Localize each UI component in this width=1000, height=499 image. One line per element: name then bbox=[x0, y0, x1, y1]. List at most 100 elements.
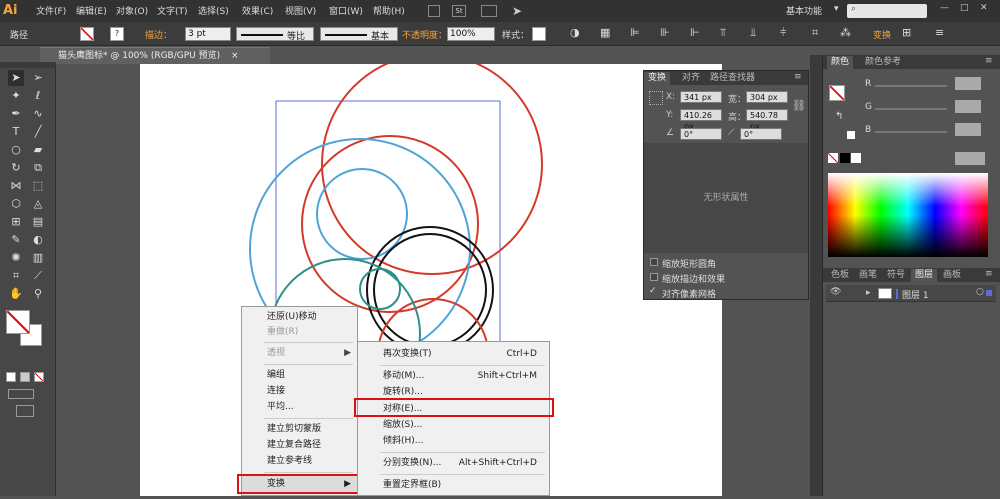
selection-tool-icon[interactable]: ➤ bbox=[8, 70, 24, 86]
tab-layers[interactable]: 图层 bbox=[911, 269, 938, 282]
blend-tool-icon[interactable]: ◐ bbox=[30, 232, 46, 248]
panel-menu-icon[interactable]: ≡ bbox=[794, 72, 802, 82]
arrange-docs-icon[interactable] bbox=[481, 5, 497, 17]
bridge-icon[interactable] bbox=[428, 5, 440, 17]
color-panel-menu-icon[interactable]: ≡ bbox=[985, 56, 993, 66]
x-field[interactable]: 341 px bbox=[680, 91, 722, 103]
menu-type[interactable]: 文字(T) bbox=[157, 4, 188, 17]
tab-transform[interactable]: 变换 bbox=[644, 72, 671, 85]
rotate-field[interactable]: 0° bbox=[680, 128, 722, 140]
stroke-swatch[interactable]: ? bbox=[110, 27, 124, 41]
ctx-compound-path[interactable]: 建立复合路径 bbox=[242, 437, 357, 453]
g-slider[interactable] bbox=[875, 108, 947, 110]
ctx-group[interactable]: 编组 bbox=[242, 367, 357, 383]
hex-field[interactable] bbox=[955, 152, 985, 165]
sub-scale[interactable]: 缩放(S)... bbox=[358, 417, 549, 433]
opacity-field[interactable]: 100% bbox=[447, 27, 495, 41]
ellipse-tool-icon[interactable]: ○ bbox=[8, 142, 24, 158]
recolor-icon[interactable]: ◑ bbox=[570, 26, 580, 39]
expand-arrow-icon[interactable]: ▸ bbox=[866, 288, 871, 298]
layer-name[interactable]: 图层 1 bbox=[902, 288, 929, 301]
black-swatch[interactable] bbox=[840, 153, 850, 163]
pen-tool-icon[interactable]: ✒ bbox=[8, 106, 24, 122]
blue-circle-small[interactable] bbox=[316, 168, 408, 260]
mesh-tool-icon[interactable]: ⊞ bbox=[8, 214, 24, 230]
close-icon[interactable]: ✕ bbox=[980, 3, 988, 13]
visibility-eye-icon[interactable]: 👁 bbox=[830, 287, 841, 297]
align-left-icon[interactable]: ⊫ bbox=[630, 26, 640, 39]
teal-circle-small[interactable] bbox=[359, 268, 401, 310]
sub-shear[interactable]: 倾斜(H)... bbox=[358, 433, 549, 449]
align-middle-icon[interactable]: ⫫ bbox=[750, 26, 756, 40]
variable-width-profile[interactable]: 等比 bbox=[236, 27, 314, 42]
stock-icon[interactable]: St bbox=[452, 5, 466, 17]
tab-color[interactable]: 颜色 bbox=[827, 56, 854, 69]
rotate-tool-icon[interactable]: ↻ bbox=[8, 160, 24, 176]
minimize-icon[interactable]: — bbox=[940, 3, 949, 13]
menu-select[interactable]: 选择(S) bbox=[198, 4, 229, 17]
menu-help[interactable]: 帮助(H) bbox=[373, 4, 405, 17]
magic-wand-icon[interactable]: ✦ bbox=[8, 88, 24, 104]
brush-definition[interactable]: 基本 bbox=[320, 27, 398, 42]
workspace-switcher[interactable]: 基本功能 bbox=[786, 4, 822, 17]
ctx-redo[interactable]: 重做(R) bbox=[242, 324, 357, 340]
curvature-icon[interactable]: ∿ bbox=[30, 106, 46, 122]
scale-corners-checkbox[interactable] bbox=[650, 258, 658, 266]
b-value-field[interactable] bbox=[955, 123, 981, 136]
link-proportions-icon[interactable]: ⛓ bbox=[792, 99, 806, 112]
panel-menu-icon[interactable]: ≡ bbox=[935, 26, 944, 39]
menu-object[interactable]: 对象(O) bbox=[116, 4, 148, 17]
width-field[interactable]: 304 px bbox=[746, 91, 788, 103]
line-tool-icon[interactable]: ╱ bbox=[30, 124, 46, 140]
gradient-tool-icon[interactable]: ▤ bbox=[30, 214, 46, 230]
align-icon[interactable]: ▦ bbox=[600, 26, 610, 39]
lasso-icon[interactable]: ℓ bbox=[30, 88, 46, 104]
gradient-mode-icon[interactable] bbox=[20, 372, 30, 382]
align-pixel-checkbox[interactable]: ✓ bbox=[649, 286, 657, 296]
ctx-perspective[interactable]: 透视 ▶ bbox=[242, 345, 357, 361]
layer-row[interactable]: 👁 ▸ 图层 1 ○ bbox=[826, 285, 996, 302]
screen-mode-icon[interactable] bbox=[16, 405, 34, 417]
ctx-make-guides[interactable]: 建立参考线 bbox=[242, 453, 357, 469]
r-value-field[interactable] bbox=[955, 77, 981, 90]
scale-strokes-checkbox[interactable] bbox=[650, 273, 658, 281]
slice-tool-icon[interactable]: ⟋ bbox=[30, 268, 46, 284]
ctx-clipping-mask[interactable]: 建立剪切蒙版 bbox=[242, 421, 357, 437]
fill-color-box[interactable] bbox=[6, 310, 30, 334]
stroke-proxy[interactable] bbox=[847, 131, 855, 139]
menu-view[interactable]: 视图(V) bbox=[285, 4, 316, 17]
graph-tool-icon[interactable]: ▥ bbox=[30, 250, 46, 266]
free-transform-icon[interactable]: ⬚ bbox=[30, 178, 46, 194]
tab-swatches[interactable]: 色板 bbox=[827, 269, 853, 282]
red-circle-middle[interactable] bbox=[301, 135, 479, 313]
color-spectrum[interactable] bbox=[828, 173, 988, 257]
sub-reset-bounding-box[interactable]: 重置定界框(B) bbox=[358, 477, 549, 493]
width-tool-icon[interactable]: ⋈ bbox=[8, 178, 24, 194]
b-slider[interactable] bbox=[875, 131, 947, 133]
opacity-label[interactable]: 不透明度： bbox=[402, 28, 447, 41]
type-tool-icon[interactable]: T bbox=[8, 124, 24, 140]
swap-colors-icon[interactable]: ↰ bbox=[835, 111, 843, 122]
menu-window[interactable]: 窗口(W) bbox=[329, 4, 363, 17]
eyedropper-icon[interactable]: ✎ bbox=[8, 232, 24, 248]
none-mode-icon[interactable] bbox=[34, 372, 44, 382]
none-swatch[interactable] bbox=[828, 153, 838, 163]
stroke-weight-field[interactable]: 3 pt bbox=[185, 27, 231, 41]
graphic-style-swatch[interactable] bbox=[532, 27, 546, 41]
white-swatch[interactable] bbox=[851, 153, 861, 163]
align-top-icon[interactable]: ⫪ bbox=[720, 26, 726, 40]
layers-panel-menu-icon[interactable]: ≡ bbox=[985, 269, 993, 279]
menu-edit[interactable]: 编辑(E) bbox=[76, 4, 107, 17]
sub-transform-each[interactable]: 分别变换(N)... Alt+Shift+Ctrl+D bbox=[358, 455, 549, 471]
tab-pathfinder[interactable]: 路径查找器 bbox=[706, 72, 759, 85]
send-icon[interactable]: ➤ bbox=[512, 4, 522, 18]
tab-color-guide[interactable]: 颜色参考 bbox=[861, 56, 905, 69]
r-slider[interactable] bbox=[875, 85, 947, 87]
close-tab-icon[interactable]: × bbox=[231, 51, 239, 61]
color-mode-icon[interactable] bbox=[6, 372, 16, 382]
fill-swatch[interactable] bbox=[80, 27, 94, 41]
height-field[interactable]: 540.78 px bbox=[746, 109, 788, 131]
g-value-field[interactable] bbox=[955, 100, 981, 113]
isolate-icon[interactable]: ⌗ bbox=[812, 26, 818, 40]
transform-link[interactable]: 变换 bbox=[873, 28, 891, 41]
